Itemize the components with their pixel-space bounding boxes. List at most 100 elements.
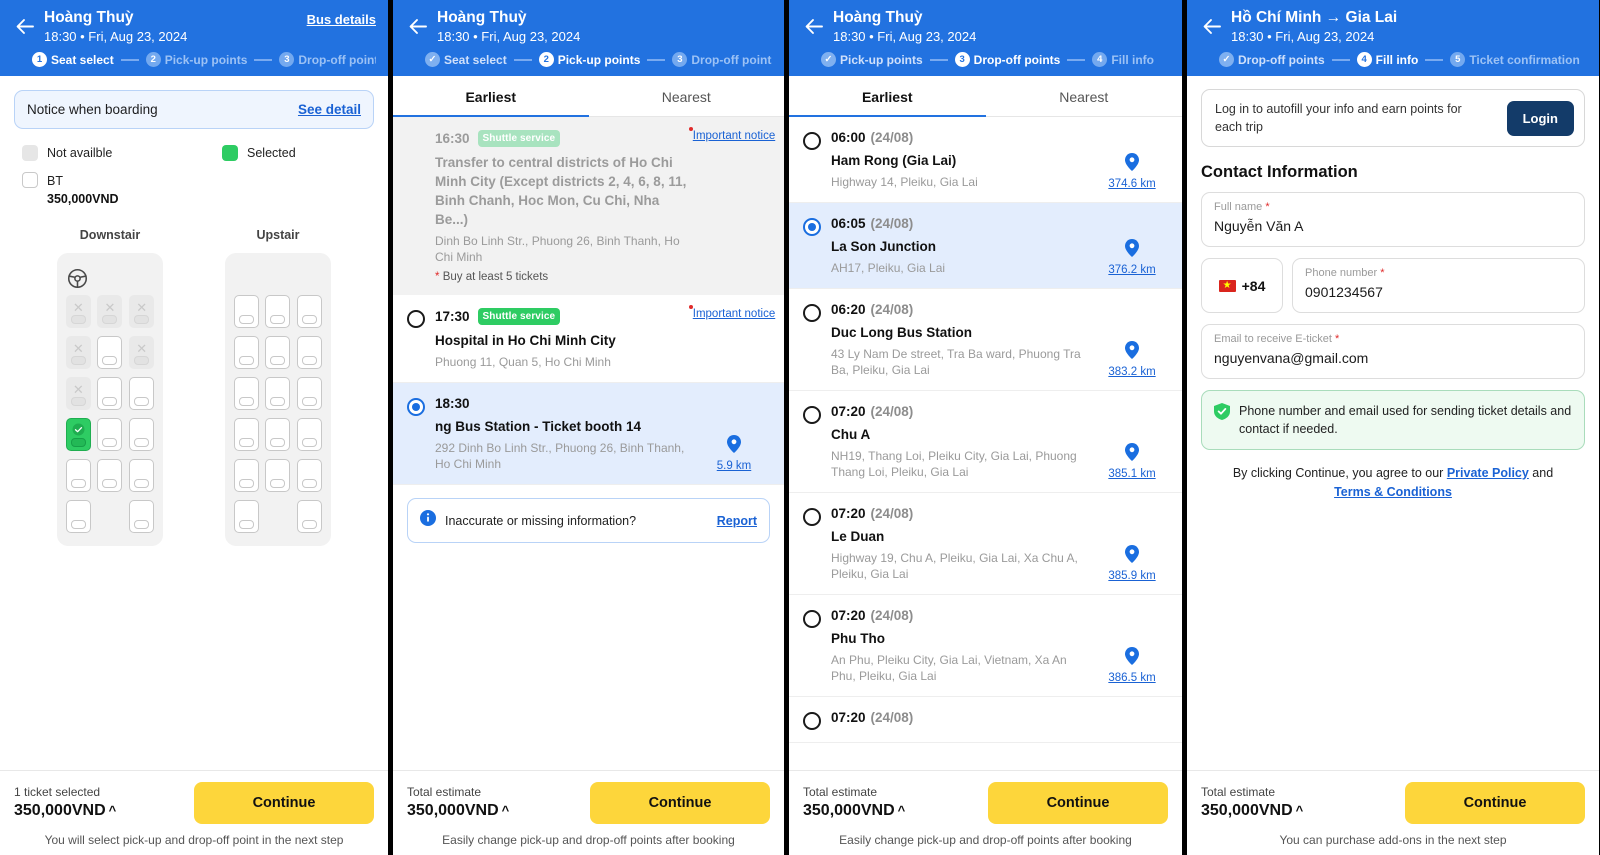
continue-button[interactable]: Continue <box>988 782 1168 824</box>
continue-button[interactable]: Continue <box>194 782 374 824</box>
continue-button[interactable]: Continue <box>590 782 770 824</box>
seat[interactable] <box>233 500 259 533</box>
tab-nearest[interactable]: Nearest <box>986 76 1183 116</box>
seat[interactable] <box>297 500 323 533</box>
distance-link[interactable]: 385.1 km <box>1108 468 1155 480</box>
pickup-point-list: 16:30 Shuttle service Transfer to centra… <box>393 117 784 770</box>
step-seat-select[interactable]: ✓ Seat select <box>425 52 507 67</box>
boarding-notice-box[interactable]: Notice when boarding See detail <box>14 90 374 129</box>
list-item[interactable]: 07:20 (24/08) <box>789 697 1182 743</box>
login-button[interactable]: Login <box>1506 100 1574 136</box>
seat[interactable] <box>265 459 291 492</box>
distance-link[interactable]: 385.9 km <box>1108 570 1155 582</box>
private-policy-link[interactable]: Private Policy <box>1447 466 1529 480</box>
seat[interactable] <box>65 500 91 533</box>
seat[interactable] <box>297 377 323 410</box>
back-button[interactable] <box>801 11 827 41</box>
seat[interactable] <box>265 418 291 451</box>
distance-link[interactable]: 376.2 km <box>1108 264 1155 276</box>
tab-earliest[interactable]: Earliest <box>393 76 589 117</box>
total-price[interactable]: 350,000VND ^ <box>1201 800 1303 821</box>
distance-link[interactable]: 5.9 km <box>717 460 752 472</box>
seat[interactable] <box>129 459 155 492</box>
step-pickup-points[interactable]: ✓ Pick-up points <box>821 52 923 67</box>
list-item[interactable]: 07:20 (24/08) Chu A NH19, Thang Loi, Plei… <box>789 391 1182 493</box>
distance-link[interactable]: 383.2 km <box>1108 366 1155 378</box>
step-dropoff-points[interactable]: 3 Drop-off points <box>954 52 1060 67</box>
radio-button[interactable] <box>407 310 425 328</box>
radio-button-selected[interactable] <box>803 218 821 236</box>
step-dropoff-points[interactable]: 3 Drop-off points <box>672 52 772 67</box>
step-fill-info[interactable]: 4 Fill info <box>1356 52 1418 67</box>
important-notice-link[interactable]: Important notice <box>688 305 775 320</box>
seat[interactable] <box>233 459 259 492</box>
tab-nearest[interactable]: Nearest <box>589 76 785 116</box>
list-item[interactable]: 07:20 (24/08) Le Duan Highway 19, Chu A, … <box>789 493 1182 595</box>
seat-grid-upstair[interactable] <box>233 295 323 533</box>
step-pickup-points[interactable]: 2 Pick-up points <box>538 52 640 67</box>
seat[interactable] <box>265 336 291 369</box>
seat[interactable] <box>265 295 291 328</box>
continue-button[interactable]: Continue <box>1405 782 1585 824</box>
report-link[interactable]: Report <box>717 514 757 528</box>
seat[interactable] <box>297 459 323 492</box>
seat-grid-downstair[interactable]: ✕ ✕ ✕ ✕ ✕ ✕ <box>65 295 155 533</box>
radio-button[interactable] <box>803 712 821 730</box>
bus-details-link[interactable]: Bus details <box>307 12 376 27</box>
step-ticket-confirmation[interactable]: 5 Ticket confirmation <box>1450 52 1580 67</box>
back-button[interactable] <box>12 11 38 41</box>
seat-selected[interactable] <box>65 418 91 451</box>
seat[interactable] <box>297 295 323 328</box>
email-field[interactable]: Email to receive E-ticket * nguyenvana@g… <box>1201 324 1585 379</box>
seat[interactable] <box>97 459 123 492</box>
seat[interactable] <box>65 459 91 492</box>
seat[interactable] <box>97 418 123 451</box>
list-item-selected[interactable]: 06:05 (24/08) La Son Junction AH17, Pleik… <box>789 203 1182 289</box>
radio-button[interactable] <box>803 508 821 526</box>
seat[interactable] <box>129 418 155 451</box>
radio-button[interactable] <box>803 132 821 150</box>
country-code-selector[interactable]: ★ +84 <box>1201 258 1283 313</box>
bottom-note: Easily change pick-up and drop-off point… <box>839 833 1132 847</box>
seat[interactable] <box>233 418 259 451</box>
list-item[interactable]: 07:20 (24/08) Phu Tho An Phu, Pleiku City… <box>789 595 1182 697</box>
seat[interactable] <box>97 336 123 369</box>
seat[interactable] <box>129 377 155 410</box>
distance-link[interactable]: 386.5 km <box>1108 672 1155 684</box>
full-name-field[interactable]: Full name * Nguyễn Văn A <box>1201 192 1585 247</box>
total-price[interactable]: 350,000VND ^ <box>14 800 116 821</box>
tab-earliest[interactable]: Earliest <box>789 76 986 117</box>
step-dropoff-points[interactable]: 3 Drop-off points <box>279 52 376 67</box>
see-detail-link[interactable]: See detail <box>298 102 361 117</box>
step-fill-info[interactable]: 4 Fill info <box>1092 52 1154 67</box>
important-notice-link[interactable]: Important notice <box>688 127 775 142</box>
distance-link[interactable]: 374.6 km <box>1108 178 1155 190</box>
point-time: 06:05 <box>831 216 866 231</box>
list-item[interactable]: 06:00 (24/08) Ham Rong (Gia Lai) Highway … <box>789 117 1182 203</box>
list-item[interactable]: 17:30 Shuttle service Hospital in Ho Chi… <box>393 295 784 383</box>
seat[interactable] <box>233 295 259 328</box>
seat[interactable] <box>129 500 155 533</box>
list-item-selected[interactable]: 18:30 ng Bus Station - Ticket booth 14 2… <box>393 383 784 485</box>
terms-conditions-link[interactable]: Terms & Conditions <box>1334 485 1452 499</box>
seat[interactable] <box>297 418 323 451</box>
seat[interactable] <box>297 336 323 369</box>
point-name: Transfer to central districts of Ho Chi … <box>435 155 687 227</box>
radio-button[interactable] <box>803 304 821 322</box>
seat[interactable] <box>97 377 123 410</box>
total-price[interactable]: 350,000VND ^ <box>407 800 509 821</box>
back-button[interactable] <box>1199 11 1225 41</box>
seat[interactable] <box>265 377 291 410</box>
step-seat-select[interactable]: 1 Seat select <box>32 52 114 67</box>
radio-button[interactable] <box>803 406 821 424</box>
radio-button-selected[interactable] <box>407 398 425 416</box>
step-dropoff-points[interactable]: ✓ Drop-off points <box>1219 52 1325 67</box>
step-pickup-points[interactable]: 2 Pick-up points <box>145 52 247 67</box>
seat[interactable] <box>233 377 259 410</box>
seat[interactable] <box>233 336 259 369</box>
back-button[interactable] <box>405 11 431 41</box>
list-item[interactable]: 06:20 (24/08) Duc Long Bus Station 43 Ly … <box>789 289 1182 391</box>
total-price[interactable]: 350,000VND ^ <box>803 800 905 821</box>
phone-number-field[interactable]: Phone number * 0901234567 <box>1292 258 1585 313</box>
radio-button[interactable] <box>803 610 821 628</box>
